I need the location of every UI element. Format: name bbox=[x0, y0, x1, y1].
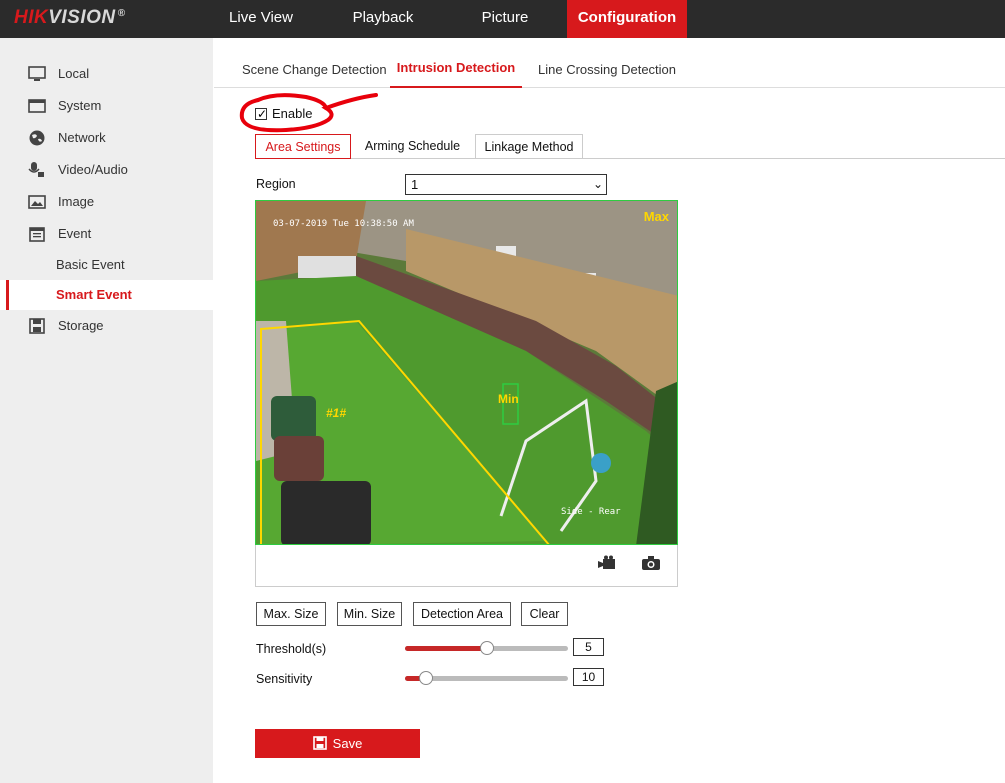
nav-playback[interactable]: Playback bbox=[336, 0, 430, 38]
sidebar-item-network[interactable]: Network bbox=[0, 123, 213, 153]
live-video-preview[interactable]: 03-07-2019 Tue 10:38:50 AM Max Min #1# S… bbox=[255, 200, 678, 545]
floppy-disk-icon bbox=[29, 318, 45, 334]
checkmark-icon: ✓ bbox=[257, 107, 268, 121]
region-select[interactable]: 1 ⌄ bbox=[405, 174, 607, 195]
record-icon[interactable] bbox=[597, 555, 617, 571]
tab-line-crossing-detection[interactable]: Line Crossing Detection bbox=[538, 38, 676, 88]
sensitivity-label: Sensitivity bbox=[256, 672, 313, 686]
sensitivity-slider[interactable] bbox=[405, 671, 568, 685]
threshold-slider-handle[interactable] bbox=[479, 641, 494, 655]
calendar-icon bbox=[29, 227, 45, 242]
image-icon bbox=[28, 195, 46, 209]
osd-camera-name: Side - Rear bbox=[561, 507, 621, 517]
sidebar-item-label: System bbox=[58, 98, 102, 113]
threshold-slider-fill bbox=[405, 646, 487, 651]
sidebar-item-label: Image bbox=[58, 194, 95, 209]
video-toolbar bbox=[255, 545, 678, 587]
save-button[interactable]: Save bbox=[255, 729, 420, 758]
tab-scene-change-detection[interactable]: Scene Change Detection bbox=[242, 38, 387, 88]
detection-area-button[interactable]: Detection Area bbox=[413, 602, 511, 626]
enable-label: Enable bbox=[272, 106, 313, 121]
globe-icon bbox=[29, 130, 45, 146]
min-size-button[interactable]: Min. Size bbox=[337, 602, 402, 626]
camera-icon[interactable] bbox=[641, 555, 661, 571]
sidebar-item-storage[interactable]: Storage bbox=[0, 311, 213, 341]
sidebar-item-label: Network bbox=[58, 130, 106, 145]
threshold-slider[interactable] bbox=[405, 641, 568, 655]
max-size-button[interactable]: Max. Size bbox=[256, 602, 326, 626]
hikvision-logo: HIKVISION ® bbox=[14, 7, 126, 28]
sidebar-item-smart-event[interactable]: Smart Event bbox=[0, 280, 213, 310]
sidebar-item-system[interactable]: System bbox=[0, 91, 213, 121]
nav-configuration[interactable]: Configuration bbox=[567, 0, 687, 38]
sidebar-item-event[interactable]: Event bbox=[0, 219, 213, 249]
detection-tabs: Scene Change Detection Intrusion Detecti… bbox=[214, 38, 1005, 88]
max-size-label: Max bbox=[643, 209, 669, 224]
top-bar: HIKVISION ® Live View Playback Picture Co… bbox=[0, 0, 1005, 38]
monitor-icon bbox=[28, 66, 46, 81]
enable-checkbox[interactable]: ✓ bbox=[255, 107, 268, 121]
sensitivity-slider-handle[interactable] bbox=[419, 671, 434, 685]
sidebar-item-label: Event bbox=[58, 226, 92, 241]
save-icon bbox=[312, 736, 327, 750]
camera-scene bbox=[256, 201, 677, 544]
sidebar-item-label: Video/Audio bbox=[58, 162, 128, 177]
tab-intrusion-detection[interactable]: Intrusion Detection bbox=[390, 38, 522, 88]
subtab-linkage-method[interactable]: Linkage Method bbox=[475, 134, 583, 159]
microphone-camera-icon bbox=[28, 162, 44, 177]
osd-timestamp: 03-07-2019 Tue 10:38:50 AM bbox=[273, 219, 414, 229]
area-subtabs: Area Settings Arming Schedule Linkage Me… bbox=[255, 134, 1005, 159]
region-value: 1 bbox=[411, 177, 419, 192]
nav-picture[interactable]: Picture bbox=[458, 0, 552, 38]
sidebar: Local System Network Video/Audio Image E… bbox=[0, 38, 213, 783]
sensitivity-value-input[interactable]: 10 bbox=[573, 668, 604, 686]
region-label: Region bbox=[256, 177, 296, 191]
window-icon bbox=[28, 99, 46, 113]
sidebar-item-image[interactable]: Image bbox=[0, 187, 213, 217]
sidebar-item-label: Local bbox=[58, 66, 90, 81]
sidebar-item-label: Smart Event bbox=[56, 287, 132, 302]
save-label: Save bbox=[332, 736, 363, 751]
threshold-label: Threshold(s) bbox=[256, 642, 327, 656]
region-number-label: #1# bbox=[326, 406, 347, 420]
min-size-label: Min bbox=[498, 392, 519, 406]
sidebar-item-video-audio[interactable]: Video/Audio bbox=[0, 155, 213, 185]
sidebar-item-label: Storage bbox=[58, 318, 104, 333]
sidebar-item-local[interactable]: Local bbox=[0, 59, 213, 89]
sidebar-item-basic-event[interactable]: Basic Event bbox=[0, 250, 213, 280]
nav-live-view[interactable]: Live View bbox=[214, 0, 308, 38]
subtab-arming-schedule[interactable]: Arming Schedule bbox=[355, 134, 470, 159]
clear-button[interactable]: Clear bbox=[521, 602, 568, 626]
subtab-area-settings[interactable]: Area Settings bbox=[255, 134, 351, 159]
threshold-value-input[interactable]: 5 bbox=[573, 638, 604, 656]
sidebar-item-label: Basic Event bbox=[56, 257, 125, 272]
chevron-down-icon: ⌄ bbox=[592, 177, 603, 191]
